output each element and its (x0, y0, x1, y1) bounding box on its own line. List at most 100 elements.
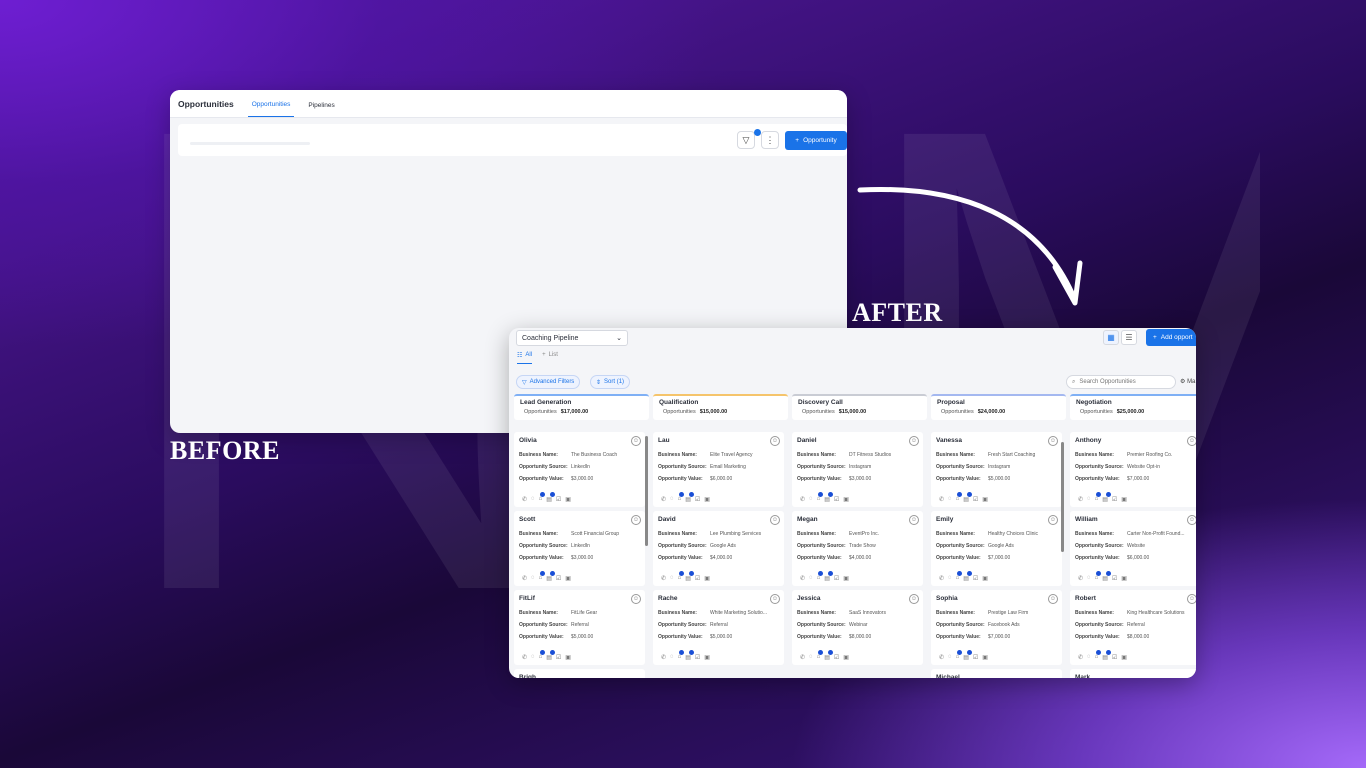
phone-icon[interactable]: ✆ (800, 575, 805, 582)
tag-icon[interactable]: ⌂ (817, 492, 824, 503)
contact-name[interactable]: Brigh (519, 674, 640, 678)
tag-icon[interactable]: ⌂ (956, 492, 963, 503)
opportunity-card[interactable]: Lau ☺ Business Name: Elite Travel Agency Opp… (653, 432, 784, 507)
task-icon[interactable]: ☑ (834, 654, 839, 661)
phone-icon[interactable]: ✆ (939, 575, 944, 582)
filter-icon[interactable]: ▽ (737, 131, 755, 149)
note-icon[interactable]: ▤ (685, 492, 694, 503)
calendar-icon[interactable]: ▣ (843, 575, 849, 582)
note-icon[interactable]: ▤ (546, 492, 555, 503)
task-icon[interactable]: ☑ (1112, 654, 1117, 661)
calendar-icon[interactable]: ▣ (565, 496, 571, 503)
task-icon[interactable]: ☑ (973, 575, 978, 582)
opportunity-card[interactable]: Scott ☺ Business Name: Scott Financial Grou… (514, 511, 645, 586)
calendar-icon[interactable]: ▣ (982, 575, 988, 582)
note-icon[interactable]: ▤ (1102, 492, 1111, 503)
task-icon[interactable]: ☑ (834, 496, 839, 503)
opportunity-card-partial[interactable]: Brigh (514, 669, 645, 678)
phone-icon[interactable]: ✆ (800, 496, 805, 503)
manage-fields-button[interactable]: ⚙ Ma (1180, 378, 1195, 385)
search-input[interactable]: ⌕ Search Opportunities (1066, 375, 1176, 389)
calendar-icon[interactable]: ▣ (1121, 654, 1127, 661)
opportunity-card[interactable]: Vanessa ☺ Business Name: Fresh Start Coachi… (931, 432, 1062, 507)
add-opportunity-button[interactable]: + Add opport (1146, 329, 1196, 346)
chat-icon[interactable]: ◌ (670, 654, 674, 661)
note-icon[interactable]: ▤ (963, 650, 972, 661)
contact-name[interactable]: Olivia (519, 437, 640, 444)
avatar-icon[interactable]: ☺ (631, 594, 641, 604)
tag-icon[interactable]: ⌂ (678, 571, 685, 582)
tag-icon[interactable]: ⌂ (539, 571, 546, 582)
note-icon[interactable]: ▤ (685, 650, 694, 661)
avatar-icon[interactable]: ☺ (770, 515, 780, 525)
chat-icon[interactable]: ◌ (531, 496, 535, 503)
tab-all[interactable]: ☷ All (517, 352, 533, 364)
opportunity-card[interactable]: Emily ☺ Business Name: Healthy Choices Clin… (931, 511, 1062, 586)
avatar-icon[interactable]: ☺ (909, 594, 919, 604)
note-icon[interactable]: ▤ (685, 571, 694, 582)
avatar-icon[interactable]: ☺ (909, 436, 919, 446)
column-scrollbar[interactable] (1061, 442, 1064, 552)
opportunity-card[interactable]: William ☺ Business Name: Carter Non-Profit … (1070, 511, 1196, 586)
chat-icon[interactable]: ◌ (1087, 575, 1091, 582)
opportunity-card[interactable]: Jessica ☺ Business Name: SaaS Innovators Opp… (792, 590, 923, 665)
note-icon[interactable]: ▤ (963, 571, 972, 582)
contact-name[interactable]: William (1075, 516, 1196, 523)
note-icon[interactable]: ▤ (824, 492, 833, 503)
task-icon[interactable]: ☑ (973, 654, 978, 661)
tag-icon[interactable]: ⌂ (817, 650, 824, 661)
task-icon[interactable]: ☑ (695, 654, 700, 661)
phone-icon[interactable]: ✆ (939, 654, 944, 661)
avatar-icon[interactable]: ☺ (1187, 436, 1196, 446)
task-icon[interactable]: ☑ (1112, 575, 1117, 582)
grid-view-icon[interactable]: ▦ (1103, 330, 1119, 345)
note-icon[interactable]: ▤ (1102, 571, 1111, 582)
phone-icon[interactable]: ✆ (939, 496, 944, 503)
contact-name[interactable]: FitLif (519, 595, 640, 602)
calendar-icon[interactable]: ▣ (565, 575, 571, 582)
tag-icon[interactable]: ⌂ (956, 571, 963, 582)
avatar-icon[interactable]: ☺ (631, 515, 641, 525)
note-icon[interactable]: ▤ (546, 650, 555, 661)
contact-name[interactable]: Megan (797, 516, 918, 523)
task-icon[interactable]: ☑ (695, 575, 700, 582)
tag-icon[interactable]: ⌂ (1095, 571, 1102, 582)
chat-icon[interactable]: ◌ (948, 575, 952, 582)
chat-icon[interactable]: ◌ (670, 575, 674, 582)
pipeline-select[interactable]: Coaching Pipeline ⌄ (516, 330, 628, 346)
contact-name[interactable]: Scott (519, 516, 640, 523)
chat-icon[interactable]: ◌ (531, 654, 535, 661)
chat-icon[interactable]: ◌ (1087, 496, 1091, 503)
list-view-icon[interactable]: ☰ (1121, 330, 1137, 345)
task-icon[interactable]: ☑ (973, 496, 978, 503)
task-icon[interactable]: ☑ (556, 654, 561, 661)
calendar-icon[interactable]: ▣ (565, 654, 571, 661)
contact-name[interactable]: Mark (1075, 674, 1196, 678)
task-icon[interactable]: ☑ (556, 575, 561, 582)
phone-icon[interactable]: ✆ (522, 496, 527, 503)
tag-icon[interactable]: ⌂ (539, 492, 546, 503)
contact-name[interactable]: Rache (658, 595, 779, 602)
note-icon[interactable]: ▤ (824, 571, 833, 582)
chat-icon[interactable]: ◌ (809, 654, 813, 661)
phone-icon[interactable]: ✆ (661, 496, 666, 503)
tag-icon[interactable]: ⌂ (1095, 650, 1102, 661)
tag-icon[interactable]: ⌂ (956, 650, 963, 661)
phone-icon[interactable]: ✆ (661, 575, 666, 582)
chat-icon[interactable]: ◌ (809, 496, 813, 503)
tab-opportunities[interactable]: Opportunities (247, 101, 295, 117)
calendar-icon[interactable]: ▣ (982, 654, 988, 661)
note-icon[interactable]: ▤ (1102, 650, 1111, 661)
task-icon[interactable]: ☑ (1112, 496, 1117, 503)
chat-icon[interactable]: ◌ (1087, 654, 1091, 661)
chat-icon[interactable]: ◌ (948, 496, 952, 503)
kebab-icon[interactable]: ⋮ (761, 131, 779, 149)
chat-icon[interactable]: ◌ (670, 496, 674, 503)
contact-name[interactable]: Jessica (797, 595, 918, 602)
avatar-icon[interactable]: ☺ (1187, 594, 1196, 604)
contact-name[interactable]: Sophia (936, 595, 1057, 602)
avatar-icon[interactable]: ☺ (770, 594, 780, 604)
contact-name[interactable]: David (658, 516, 779, 523)
note-icon[interactable]: ▤ (546, 571, 555, 582)
avatar-icon[interactable]: ☺ (631, 436, 641, 446)
